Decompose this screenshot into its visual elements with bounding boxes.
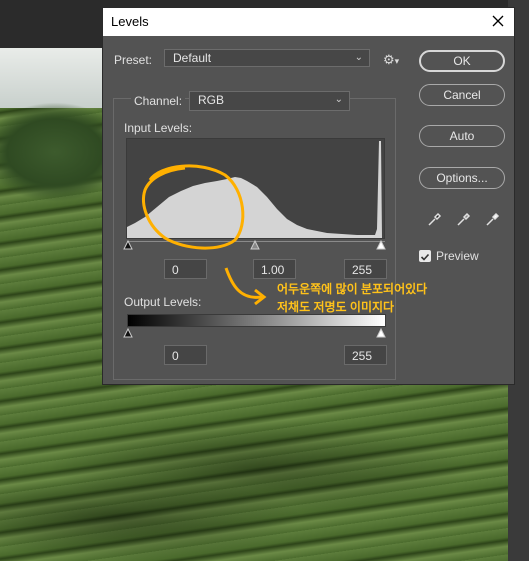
annotation-circle — [142, 164, 245, 250]
annotation-line-2: 저채도 저명도 이미지다 — [277, 300, 395, 314]
annotation-line-1: 어두운쪽에 많이 분포되어있다 — [277, 282, 428, 296]
annotation-overlay — [142, 164, 267, 306]
